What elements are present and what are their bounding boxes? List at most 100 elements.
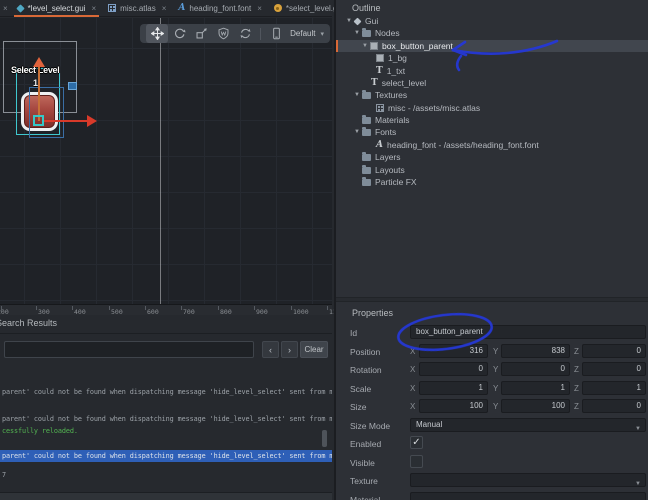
text-node-icon: T — [376, 67, 383, 75]
search-results-panel: Search Results ‹ › Clear parent' could n… — [0, 315, 332, 500]
tree-item-label: Layouts — [375, 165, 405, 175]
console-line[interactable]: 7 — [2, 471, 332, 479]
rotate-tool-icon[interactable] — [168, 24, 190, 43]
ruler-tick — [218, 306, 219, 310]
enabled-checkbox[interactable]: ✓ — [410, 436, 423, 449]
rotation-x-field[interactable]: 0 — [419, 362, 488, 376]
tree-item-layouts[interactable]: Layouts — [336, 164, 648, 176]
y-axis-label: Y — [493, 402, 498, 411]
horizontal-ruler: 200 300 400 500 600 700 800 900 1000 110… — [0, 304, 332, 315]
scene-toolbar: Default ▾ — [140, 24, 330, 43]
size-mode-select[interactable]: Manual ▼ — [410, 418, 646, 432]
expand-arrow-icon[interactable]: ▼ — [354, 92, 362, 98]
tree-item-heading-font[interactable]: A heading_font - /assets/heading_font.fo… — [336, 139, 648, 151]
scale-x-field[interactable]: 1 — [419, 381, 488, 395]
gizmo-y-arrowhead-icon[interactable] — [33, 57, 45, 67]
gizmo-y-axis[interactable] — [38, 67, 40, 121]
position-x-field[interactable]: 316 — [419, 344, 488, 358]
close-icon[interactable]: × — [257, 4, 262, 13]
previous-result-button[interactable]: ‹ — [262, 341, 279, 358]
chevron-down-icon[interactable]: ▾ — [321, 30, 325, 38]
tree-item-label: 1_txt — [387, 66, 405, 76]
size-label: Size — [350, 402, 367, 412]
tab-level-select-gui[interactable]: *level_select.gui × — [11, 0, 102, 17]
toolbar-separator — [260, 28, 261, 40]
tree-item-misc-atlas[interactable]: misc - /assets/misc.atlas — [336, 102, 648, 114]
tree-item-label: Gui — [365, 16, 378, 26]
gizmo-x-axis[interactable] — [44, 120, 87, 122]
gizmo-center-handle[interactable] — [33, 115, 44, 126]
gizmo-x-arrowhead-icon[interactable] — [87, 115, 97, 127]
tab-heading-font[interactable]: A heading_font.font × — [172, 0, 268, 17]
expand-arrow-icon[interactable]: ▼ — [354, 129, 362, 135]
outline-header: Outline — [352, 3, 381, 13]
tree-item-materials[interactable]: Materials — [336, 114, 648, 126]
next-result-button[interactable]: › — [281, 341, 298, 358]
tree-item-1-txt[interactable]: T 1_txt — [336, 65, 648, 77]
scale-label: Scale — [350, 384, 371, 394]
tree-item-layers[interactable]: Layers — [336, 151, 648, 163]
texture-select[interactable]: ▼ — [410, 473, 646, 487]
tree-item-nodes[interactable]: ▼ Nodes — [336, 27, 648, 39]
rotation-y-field[interactable]: 0 — [501, 362, 570, 376]
tree-item-textures[interactable]: ▼ Textures — [336, 89, 648, 101]
scale-z-field[interactable]: 1 — [582, 381, 646, 395]
tree-item-gui[interactable]: ▼ Gui — [336, 15, 648, 27]
x-axis-label: X — [410, 365, 415, 374]
console-scrollbar-track[interactable] — [0, 492, 332, 500]
tree-item-label: box_button_parent — [382, 41, 453, 51]
material-select[interactable]: ▼ — [410, 492, 646, 500]
device-select-value[interactable]: Default — [290, 29, 315, 38]
tree-item-label: Materials — [375, 115, 409, 125]
console-line[interactable]: parent' could not be found when dispatch… — [2, 415, 332, 423]
close-icon[interactable]: × — [162, 4, 167, 13]
tree-item-label: 1_bg — [388, 53, 407, 63]
close-icon[interactable]: × — [91, 4, 96, 13]
position-y-field[interactable]: 838 — [501, 344, 570, 358]
size-x-field[interactable]: 100 — [419, 399, 488, 413]
scene-axis-line — [160, 18, 161, 304]
position-z-field[interactable]: 0 — [582, 344, 646, 358]
panel-title[interactable]: Search Results — [0, 318, 57, 328]
visualize-tool-icon[interactable] — [212, 24, 234, 43]
console-line-selected[interactable]: parent' could not be found when dispatch… — [0, 450, 332, 462]
ruler-tick — [109, 306, 110, 310]
console-scrollbar-thumb[interactable] — [322, 430, 327, 447]
id-field[interactable]: box_button_parent — [410, 325, 646, 339]
x-axis-label: X — [410, 402, 415, 411]
close-icon[interactable]: × — [0, 4, 11, 13]
z-axis-label: Z — [574, 347, 579, 356]
visible-checkbox[interactable] — [410, 455, 423, 468]
reload-tool-icon[interactable] — [234, 24, 256, 43]
chevron-down-icon: ▼ — [635, 497, 641, 500]
expand-arrow-icon[interactable]: ▼ — [354, 30, 362, 36]
move-tool-icon[interactable] — [146, 24, 168, 43]
tree-item-particle-fx[interactable]: Particle FX — [336, 176, 648, 188]
resize-handle[interactable] — [68, 82, 77, 90]
expand-arrow-icon[interactable]: ▼ — [362, 43, 370, 49]
tree-item-label: heading_font - /assets/heading_font.font — [387, 140, 539, 150]
folder-icon — [362, 167, 371, 174]
scale-tool-icon[interactable] — [190, 24, 212, 43]
console-line[interactable]: parent' could not be found when dispatch… — [2, 388, 332, 396]
tab-label: *level_select.gui — [28, 4, 86, 13]
atlas-icon — [376, 104, 384, 112]
scale-y-field[interactable]: 1 — [501, 381, 570, 395]
tree-item-box-button-parent[interactable]: ▼ box_button_parent — [336, 40, 648, 52]
search-input[interactable] — [4, 341, 254, 358]
panel-splitter[interactable] — [336, 297, 648, 302]
tree-item-select-level[interactable]: T select_level — [336, 77, 648, 89]
tree-item-1-bg[interactable]: 1_bg — [336, 52, 648, 64]
console-line-success[interactable]: cessfully reloaded. — [2, 427, 332, 435]
folder-icon — [362, 30, 371, 37]
tab-misc-atlas[interactable]: misc.atlas × — [102, 0, 172, 17]
rotation-z-field[interactable]: 0 — [582, 362, 646, 376]
scene-view[interactable]: 1 Select Level — [0, 18, 332, 304]
clear-button[interactable]: Clear — [300, 341, 328, 358]
tree-item-fonts[interactable]: ▼ Fonts — [336, 126, 648, 138]
size-y-field[interactable]: 100 — [501, 399, 570, 413]
tab-label: heading_font.font — [189, 4, 251, 13]
box-node-icon — [370, 42, 378, 50]
size-z-field[interactable]: 0 — [582, 399, 646, 413]
device-icon — [265, 24, 287, 43]
